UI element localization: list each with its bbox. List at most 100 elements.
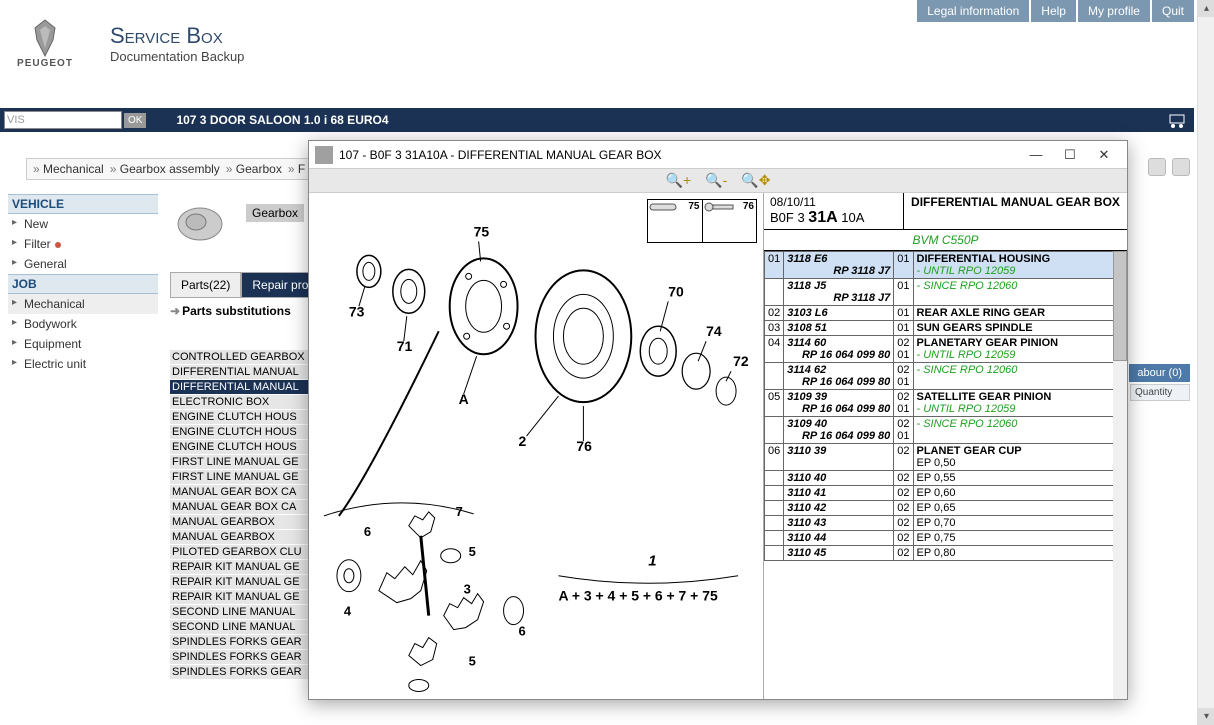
svg-text:A + 3 + 4 + 5 + 6 + 7 + 75: A + 3 + 4 + 5 + 6 + 7 + 75 <box>558 588 718 604</box>
svg-text:6: 6 <box>364 524 371 539</box>
table-row[interactable]: 3109 40RP 16 064 099 800201- SINCE RPO 1… <box>765 417 1127 444</box>
zoom-move-icon[interactable]: 🔍✥ <box>741 172 770 189</box>
table-row[interactable]: 3110 4202EP 0,65 <box>765 501 1127 516</box>
table-scrollbar[interactable] <box>1113 251 1127 699</box>
brand-area: PEUGEOT Service Box Documentation Backup <box>10 8 244 78</box>
parts-substitutions-link[interactable]: Parts substitutions <box>170 304 291 318</box>
crumb-4[interactable]: F <box>288 162 305 176</box>
sidebar-new[interactable]: New <box>8 214 158 234</box>
list-item[interactable]: MANUAL GEARBOX <box>170 515 310 530</box>
svg-text:72: 72 <box>733 353 749 369</box>
nav-profile[interactable]: My profile <box>1078 0 1150 22</box>
sidebar-bodywork[interactable]: Bodywork <box>8 314 158 334</box>
svg-text:6: 6 <box>519 624 526 639</box>
svg-text:1: 1 <box>648 553 656 570</box>
sidebar-electric[interactable]: Electric unit <box>8 354 158 374</box>
table-row[interactable]: 3110 4402EP 0,75 <box>765 531 1127 546</box>
window-close-button[interactable]: ✕ <box>1087 144 1121 166</box>
peugeot-logo: PEUGEOT <box>10 8 80 78</box>
parts-table[interactable]: 013118 E6RP 3118 J701DIFFERENTIAL HOUSIN… <box>764 251 1127 699</box>
list-item[interactable]: SPINDLES FORKS GEAR <box>170 635 310 650</box>
diagram-window: 107 - B0F 3 31A10A - DIFFERENTIAL MANUAL… <box>308 140 1128 700</box>
table-row[interactable]: 3118 J5RP 3118 J701- SINCE RPO 12060 <box>765 279 1127 306</box>
list-item[interactable]: REPAIR KIT MANUAL GE <box>170 575 310 590</box>
basket-tab[interactable]: abour (0) <box>1129 364 1190 382</box>
cart-icon[interactable] <box>1164 108 1190 132</box>
zoom-out-icon[interactable]: 🔍- <box>705 172 727 189</box>
sidebar-equipment[interactable]: Equipment <box>8 334 158 354</box>
crumb-2[interactable]: Gearbox assembly <box>110 162 220 176</box>
table-row[interactable]: 3110 4302EP 0,70 <box>765 516 1127 531</box>
search-icon[interactable] <box>1148 158 1166 176</box>
sidebar-general[interactable]: General <box>8 254 158 274</box>
list-item[interactable]: FIRST LINE MANUAL GE <box>170 470 310 485</box>
window-titlebar[interactable]: 107 - B0F 3 31A10A - DIFFERENTIAL MANUAL… <box>309 141 1127 169</box>
exploded-diagram: 75 73 71 A 2 70 74 72 76 <box>309 193 763 699</box>
diagram-heading: DIFFERENTIAL MANUAL GEAR BOX <box>904 193 1127 229</box>
sidebar-job-header: JOB <box>8 274 158 294</box>
list-item[interactable]: REPAIR KIT MANUAL GE <box>170 590 310 605</box>
list-item[interactable]: FIRST LINE MANUAL GE <box>170 455 310 470</box>
list-item[interactable]: ENGINE CLUTCH HOUS <box>170 425 310 440</box>
gearbox-label: Gearbox <box>246 204 304 222</box>
table-row[interactable]: 3110 4102EP 0,60 <box>765 486 1127 501</box>
list-item[interactable]: MANUAL GEARBOX <box>170 530 310 545</box>
list-item[interactable]: CONTROLLED GEARBOX <box>170 350 310 365</box>
crumb-3[interactable]: Gearbox <box>226 162 282 176</box>
list-item[interactable]: SPINDLES FORKS GEAR <box>170 665 310 680</box>
sidebar-mechanical[interactable]: Mechanical <box>8 294 158 314</box>
table-row[interactable]: 033108 5101SUN GEARS SPINDLE <box>765 321 1127 336</box>
vis-input[interactable] <box>4 111 122 129</box>
list-item[interactable]: REPAIR KIT MANUAL GE <box>170 560 310 575</box>
list-item[interactable]: ELECTRONIC BOX <box>170 395 310 410</box>
list-item[interactable]: ENGINE CLUTCH HOUS <box>170 440 310 455</box>
scroll-down-icon[interactable]: ▾ <box>1198 708 1214 725</box>
tab-parts[interactable]: Parts(22) <box>170 272 241 298</box>
list-item[interactable]: PILOTED GEARBOX CLU <box>170 545 310 560</box>
svg-text:70: 70 <box>668 283 684 299</box>
help-icon[interactable] <box>1172 158 1190 176</box>
list-item[interactable]: DIFFERENTIAL MANUAL <box>170 365 310 380</box>
svg-text:3: 3 <box>464 582 471 597</box>
list-item[interactable]: DIFFERENTIAL MANUAL <box>170 380 310 395</box>
filter-dot-icon <box>55 242 61 248</box>
table-row[interactable]: 3114 62RP 16 064 099 800201- SINCE RPO 1… <box>765 363 1127 390</box>
table-row[interactable]: 053109 39RP 16 064 099 800201SATELLITE G… <box>765 390 1127 417</box>
list-item[interactable]: MANUAL GEAR BOX CA <box>170 500 310 515</box>
basket-quantity-header: Quantity <box>1130 384 1190 401</box>
list-item[interactable]: SPINDLES FORKS GEAR <box>170 650 310 665</box>
crumb-1[interactable]: Mechanical <box>33 162 104 176</box>
scroll-up-icon[interactable]: ▴ <box>1198 0 1214 17</box>
page-scrollbar[interactable]: ▴ ▾ <box>1197 0 1214 725</box>
table-row[interactable]: 043114 60RP 16 064 099 800201PLANETARY G… <box>765 336 1127 363</box>
app-title: Service Box <box>110 23 244 49</box>
window-maximize-button[interactable]: ☐ <box>1053 144 1087 166</box>
diagram-pane[interactable]: 75 76 <box>309 193 764 699</box>
table-row[interactable]: 3110 4502EP 0,80 <box>765 546 1127 561</box>
crumb-tools <box>1148 158 1190 176</box>
bvm-label: BVM C550P <box>764 230 1127 251</box>
list-item[interactable]: MANUAL GEAR BOX CA <box>170 485 310 500</box>
diagram-date: 08/10/11 <box>770 195 897 209</box>
list-item[interactable]: SECOND LINE MANUAL <box>170 620 310 635</box>
table-row[interactable]: 063110 3902PLANET GEAR CUPEP 0,50 <box>765 444 1127 471</box>
nav-legal[interactable]: Legal information <box>917 0 1029 22</box>
sidebar-filter[interactable]: Filter <box>8 234 158 254</box>
list-item[interactable]: SECOND LINE MANUAL <box>170 605 310 620</box>
window-minimize-button[interactable]: — <box>1019 144 1053 166</box>
table-row[interactable]: 3110 4002EP 0,55 <box>765 471 1127 486</box>
sidebar-vehicle-header: VEHICLE <box>8 194 158 214</box>
callout-box: 75 76 <box>647 199 757 243</box>
nav-quit[interactable]: Quit <box>1152 0 1194 22</box>
zoom-in-icon[interactable]: 🔍+ <box>666 172 692 189</box>
svg-text:75: 75 <box>474 223 490 239</box>
nav-help[interactable]: Help <box>1031 0 1076 22</box>
list-item[interactable]: ENGINE CLUTCH HOUS <box>170 410 310 425</box>
table-row[interactable]: 023103 L601REAR AXLE RING GEAR <box>765 306 1127 321</box>
table-row[interactable]: 013118 E6RP 3118 J701DIFFERENTIAL HOUSIN… <box>765 252 1127 279</box>
app-subtitle: Documentation Backup <box>110 49 244 64</box>
window-app-icon <box>315 146 333 164</box>
svg-text:5: 5 <box>469 654 476 669</box>
data-pane: 08/10/11 B0F 3 31A 10A DIFFERENTIAL MANU… <box>764 193 1127 699</box>
ok-button[interactable]: OK <box>124 113 146 128</box>
